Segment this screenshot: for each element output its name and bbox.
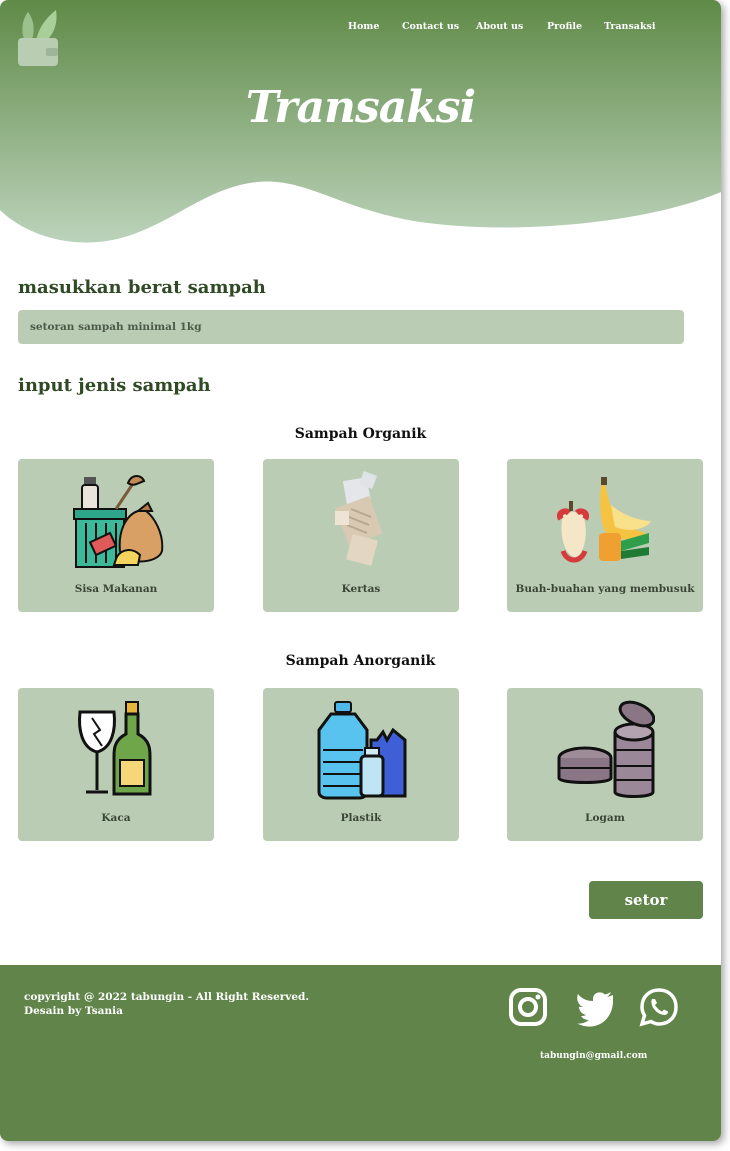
waste-type-heading: input jenis sampah xyxy=(18,375,211,396)
wallet-leaf-logo-icon xyxy=(18,10,58,66)
submit-setor-button[interactable]: setor xyxy=(589,881,703,919)
nav-profile[interactable]: Profile xyxy=(547,21,582,32)
nav-contact-us[interactable]: Contact us xyxy=(402,21,459,32)
card-label: Kaca xyxy=(101,812,131,824)
glass-icon xyxy=(78,701,152,796)
page: Home Contact us About us Profile Transak… xyxy=(0,0,721,1141)
footer-copyright: copyright @ 2022 tabungin - All Right Re… xyxy=(24,990,309,1018)
credit-text: Desain by Tsania xyxy=(24,1005,123,1017)
card-label: Sisa Makanan xyxy=(74,583,158,595)
nav-home[interactable]: Home xyxy=(348,21,379,32)
card-logam[interactable]: Logam xyxy=(507,688,703,841)
card-sisa-makanan[interactable]: Sisa Makanan xyxy=(18,459,214,612)
weight-input[interactable]: setoran sampah minimal 1kg xyxy=(18,310,684,344)
card-kertas[interactable]: Kertas xyxy=(263,459,459,612)
twitter-icon[interactable] xyxy=(575,987,615,1027)
rotten-fruit-icon xyxy=(557,477,651,563)
main-navigation: Home Contact us About us Profile Transak… xyxy=(0,21,721,35)
hero-header: Home Contact us About us Profile Transak… xyxy=(0,0,721,250)
card-label: Plastik xyxy=(340,812,382,824)
footer-email[interactable]: tabungin@gmail.com xyxy=(540,1051,647,1061)
food-waste-icon xyxy=(73,475,164,568)
card-label: Buah-buahan yang membusuk xyxy=(515,583,695,595)
card-label: Kertas xyxy=(341,583,381,595)
copyright-text: copyright @ 2022 tabungin - All Right Re… xyxy=(24,991,310,1003)
paper-icon xyxy=(335,471,383,566)
nav-about-us[interactable]: About us xyxy=(476,21,523,32)
logo[interactable] xyxy=(16,8,60,68)
instagram-icon[interactable] xyxy=(508,987,548,1027)
organic-group-title: Sampah Organik xyxy=(294,426,427,442)
card-buah-buahan[interactable]: Buah-buahan yang membusuk xyxy=(507,459,703,612)
weight-heading: masukkan berat sampah xyxy=(18,277,266,298)
inorganic-group-title: Sampah Anorganik xyxy=(285,653,436,669)
footer: copyright @ 2022 tabungin - All Right Re… xyxy=(0,965,721,1141)
whatsapp-icon[interactable] xyxy=(639,987,679,1027)
plastic-icon xyxy=(317,701,407,800)
card-label: Logam xyxy=(585,812,625,824)
card-plastik[interactable]: Plastik xyxy=(263,688,459,841)
card-kaca[interactable]: Kaca xyxy=(18,688,214,841)
page-title: Transaksi xyxy=(245,82,476,133)
nav-transaksi[interactable]: Transaksi xyxy=(604,21,656,32)
metal-can-icon xyxy=(557,700,655,798)
